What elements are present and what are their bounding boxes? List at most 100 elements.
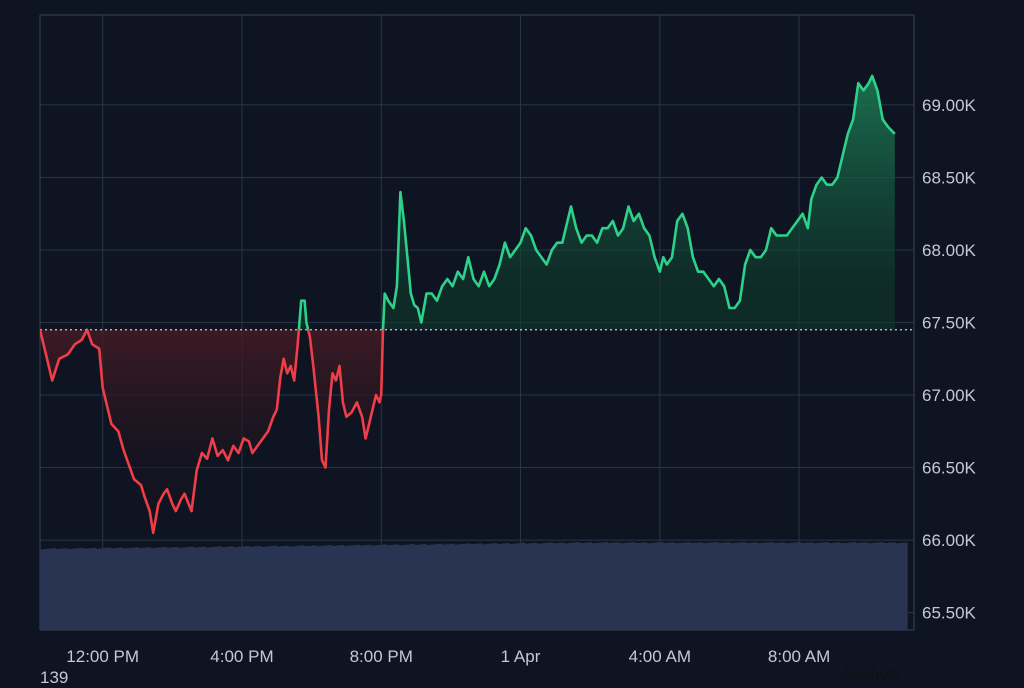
- volume-bar: [91, 547, 96, 630]
- volume-bar: [682, 542, 687, 630]
- volume-bar: [398, 545, 404, 630]
- volume-bar: [575, 542, 581, 630]
- volume-bar: [516, 543, 522, 630]
- volume-bar: [252, 546, 258, 630]
- volume-bar: [221, 547, 226, 630]
- volume-bar: [855, 543, 861, 630]
- volume-bar: [895, 543, 900, 630]
- volume-bar: [185, 547, 191, 630]
- x-axis-labels: 12:00 PM 4:00 PM 8:00 PM 1 Apr 4:00 AM 8:00 A…: [66, 647, 830, 666]
- volume-bar: [229, 546, 234, 630]
- volume-bar: [260, 546, 266, 630]
- volume-bar: [248, 546, 254, 630]
- volume-bar: [820, 542, 825, 630]
- volume-bar: [319, 545, 325, 630]
- volume-bar: [288, 546, 293, 630]
- volume-bar: [284, 545, 289, 630]
- volume-bar: [639, 542, 644, 630]
- volume-bar: [449, 543, 455, 630]
- volume-bar: [765, 542, 770, 630]
- volume-bar: [678, 542, 683, 630]
- volume-bar: [477, 543, 483, 630]
- volume-bar: [619, 543, 624, 630]
- volume-bar: [276, 546, 282, 630]
- volume-bar: [126, 548, 132, 630]
- volume-bar: [646, 543, 652, 630]
- volume-bar: [579, 543, 585, 630]
- volume-bar: [300, 545, 305, 630]
- volume-bar: [40, 549, 45, 630]
- volume-bar: [63, 548, 69, 630]
- volume-bar: [583, 542, 589, 630]
- volume-bar: [426, 544, 431, 630]
- volume-bar: [233, 547, 238, 630]
- volume-bar: [240, 546, 246, 630]
- volume-bars: [40, 542, 908, 630]
- volume-bar: [788, 542, 794, 630]
- volume-bar: [706, 542, 711, 630]
- x-tick-label: 8:00 AM: [768, 647, 830, 666]
- volume-bar: [891, 542, 896, 630]
- volume-bar: [441, 544, 447, 630]
- y-tick-label: 68.50K: [922, 168, 977, 187]
- volume-bar: [828, 543, 833, 630]
- volume-bar: [737, 542, 743, 630]
- volume-bar: [347, 545, 352, 630]
- volume-bar: [603, 542, 609, 630]
- volume-bar: [709, 542, 715, 630]
- volume-bar: [650, 542, 656, 630]
- volume-bar: [264, 546, 270, 630]
- volume-bar: [122, 548, 128, 630]
- volume-bar: [899, 542, 904, 630]
- volume-bar: [776, 542, 782, 630]
- volume-bar: [205, 547, 211, 630]
- volume-bar: [473, 543, 479, 630]
- volume-bar: [130, 547, 136, 630]
- volume-bar: [71, 548, 77, 630]
- volume-bar: [382, 544, 388, 630]
- volume-bar: [883, 543, 888, 630]
- volume-bar: [83, 548, 88, 630]
- volume-bar: [560, 542, 565, 630]
- volume-bar: [166, 547, 171, 630]
- volume-bar: [106, 547, 112, 630]
- volume-bar: [406, 544, 412, 630]
- price-chart[interactable]: 65.50K 66.00K 66.50K 67.00K 67.50K 68.00K 68.5…: [0, 0, 1024, 683]
- volume-bar: [418, 544, 423, 630]
- volume-bar: [374, 545, 380, 630]
- volume-bar: [729, 543, 735, 630]
- volume-bar: [138, 548, 144, 630]
- volume-bar: [662, 543, 668, 630]
- volume-bar: [118, 547, 124, 630]
- volume-bar: [512, 543, 518, 630]
- volume-bar: [745, 543, 750, 630]
- x-tick-label: 1 Apr: [501, 647, 541, 666]
- volume-bar: [879, 542, 884, 630]
- volume-bar: [631, 542, 636, 630]
- volume-bar: [75, 548, 81, 630]
- volume-bar: [386, 545, 392, 630]
- volume-bar: [150, 548, 155, 630]
- volume-bar: [867, 543, 873, 630]
- volume-bar: [197, 547, 203, 630]
- volume-bar: [304, 546, 309, 630]
- volume-bar: [784, 543, 790, 630]
- y-tick-label: 69.00K: [922, 96, 977, 115]
- volume-bar: [859, 542, 865, 630]
- volume-bar: [110, 548, 116, 630]
- volume-bar: [296, 545, 301, 630]
- volume-bar: [611, 542, 616, 630]
- volume-bar: [587, 542, 593, 630]
- volume-bar: [505, 543, 510, 630]
- volume-bar: [173, 546, 179, 630]
- volume-bar: [177, 547, 183, 630]
- volume-bar: [457, 544, 463, 630]
- y-tick-label: 67.50K: [922, 314, 977, 333]
- volume-bar: [875, 542, 881, 630]
- analyze-button[interactable]: Analyze: [840, 664, 900, 684]
- volume-bar: [690, 543, 695, 630]
- volume-bar: [595, 542, 601, 630]
- price-area: [40, 75, 895, 533]
- volume-bar: [532, 542, 538, 630]
- volume-bar: [717, 543, 723, 630]
